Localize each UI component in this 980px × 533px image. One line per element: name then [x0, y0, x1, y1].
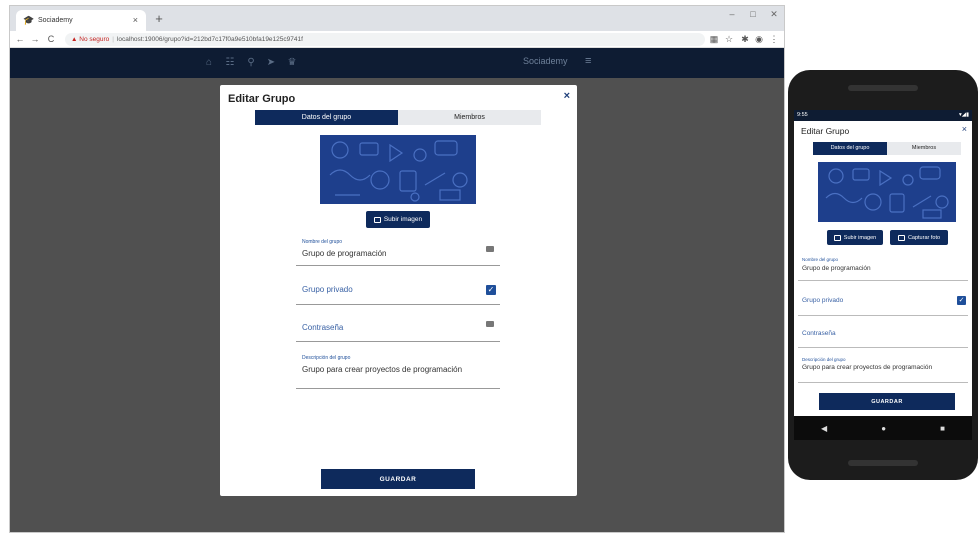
private-group-checkbox[interactable]: ✓ — [486, 285, 496, 295]
security-status: No seguro — [79, 36, 110, 43]
browser-window: 🎓 Sociademy × + – □ ✕ ← → C ▲ No seguro |… — [9, 5, 785, 533]
send-icon[interactable]: ➤ — [265, 57, 277, 69]
page-viewport: ⌂ ☷ ⚲ ➤ ♛ Sociademy ≡ Editar Grupo × Dat… — [10, 48, 784, 532]
private-group-field: Grupo privado ✓ — [798, 286, 968, 316]
close-icon[interactable]: × — [564, 90, 570, 102]
password-placeholder: Contraseña — [802, 330, 836, 337]
password-field[interactable]: Contraseña — [798, 320, 968, 348]
translate-icon[interactable]: ▦ — [708, 33, 720, 45]
android-nav-bar: ◀ ● ■ — [794, 416, 972, 440]
brand-name[interactable]: Sociademy — [523, 56, 568, 66]
app-navbar: ⌂ ☷ ⚲ ➤ ♛ Sociademy ≡ — [10, 48, 784, 78]
menu-dots-icon[interactable]: ⋮ — [768, 33, 780, 45]
phone-frame: 9:55 ▾◢▮ Editar Grupo × Datos del grupo … — [788, 70, 978, 480]
tab-datos-del-grupo[interactable]: Datos del grupo — [255, 110, 398, 125]
camera-icon — [897, 234, 905, 241]
modal-tabs: Datos del grupo Miembros — [255, 110, 541, 125]
browser-tab-title: Sociademy — [38, 17, 73, 24]
trophy-icon[interactable]: ♛ — [286, 57, 298, 69]
image-icon — [833, 234, 841, 241]
tab-miembros[interactable]: Miembros — [398, 110, 541, 125]
password-placeholder: Contraseña — [302, 323, 344, 332]
phone-screen: 9:55 ▾◢▮ Editar Grupo × Datos del grupo … — [794, 110, 972, 440]
home-circle-icon[interactable]: ● — [881, 424, 886, 433]
groups-icon[interactable]: ☷ — [224, 57, 236, 69]
description-value: Grupo para crear proyectos de programaci… — [802, 364, 933, 371]
private-group-label: Grupo privado — [802, 297, 844, 304]
save-button[interactable]: GUARDAR — [321, 469, 475, 489]
capture-photo-button[interactable]: Capturar foto — [890, 230, 948, 245]
group-name-label: Nombre del grupo — [802, 257, 839, 262]
maximize-icon[interactable]: □ — [743, 9, 763, 19]
group-image — [320, 135, 476, 204]
group-name-label: Nombre del grupo — [302, 239, 343, 245]
hamburger-menu-icon[interactable]: ≡ — [585, 55, 591, 67]
warning-icon: ▲ — [71, 36, 78, 43]
group-name-value: Grupo de programación — [802, 265, 871, 272]
user-icon[interactable]: ⚲ — [245, 57, 257, 69]
recents-square-icon[interactable]: ■ — [940, 424, 945, 433]
tab-close-icon[interactable]: × — [133, 10, 138, 31]
password-field[interactable]: Contraseña — [296, 315, 500, 342]
private-group-checkbox[interactable]: ✓ — [957, 296, 966, 305]
home-icon[interactable]: ⌂ — [203, 57, 215, 69]
image-icon — [373, 216, 381, 223]
group-name-value: Grupo de programación — [302, 249, 387, 258]
tab-miembros[interactable]: Miembros — [887, 142, 961, 155]
reload-icon[interactable]: C — [45, 33, 57, 45]
keyboard-icon — [486, 321, 494, 327]
group-name-field[interactable]: Nombre del grupo Grupo de programación — [798, 253, 968, 281]
status-icons: ▾◢▮ — [958, 112, 969, 118]
modal-title: Editar Grupo — [228, 93, 296, 105]
address-bar: ← → C ▲ No seguro | localhost:19006/grupo?… — [10, 31, 784, 48]
upload-image-label: Subir imagen — [843, 234, 877, 241]
profile-icon[interactable]: ◉ — [753, 33, 765, 45]
capture-photo-label: Capturar foto — [907, 234, 941, 241]
url-text: localhost:19006/grupo?id=212bd7c17f0a9e5… — [116, 36, 303, 43]
window-close-icon[interactable]: ✕ — [764, 9, 784, 20]
description-field[interactable]: Descripción del grupo Grupo para crear p… — [798, 353, 968, 383]
upload-image-button[interactable]: Subir imagen — [366, 211, 430, 228]
status-bar: 9:55 ▾◢▮ — [794, 110, 972, 121]
private-group-field: Grupo privado ✓ — [296, 278, 500, 305]
close-icon[interactable]: × — [962, 124, 967, 134]
description-label: Descripción del grupo — [302, 355, 351, 361]
tab-datos-del-grupo[interactable]: Datos del grupo — [813, 142, 887, 155]
new-tab-button[interactable]: + — [150, 10, 168, 28]
bookmark-star-icon[interactable]: ☆ — [723, 33, 735, 45]
tab-strip: 🎓 Sociademy × + – □ ✕ — [10, 6, 784, 31]
keyboard-icon — [486, 246, 494, 252]
modal-title: Editar Grupo — [801, 126, 850, 136]
description-label: Descripción del grupo — [802, 357, 846, 362]
edit-group-modal: Editar Grupo × Datos del grupo Miembros — [220, 85, 577, 496]
minimize-icon[interactable]: – — [722, 9, 742, 19]
doodle-pattern — [818, 162, 956, 222]
extensions-icon[interactable]: ✱ — [739, 33, 751, 45]
url-input[interactable]: ▲ No seguro | localhost:19006/grupo?id=212… — [65, 33, 705, 46]
upload-image-button[interactable]: Subir imagen — [827, 230, 883, 245]
back-icon[interactable]: ← — [14, 33, 26, 45]
forward-icon[interactable]: → — [29, 33, 41, 45]
private-group-label: Grupo privado — [302, 285, 353, 294]
upload-image-label: Subir imagen — [383, 216, 423, 223]
graduation-cap-icon: 🎓 — [23, 15, 35, 25]
browser-tab[interactable]: 🎓 Sociademy × — [16, 10, 146, 31]
description-value: Grupo para crear proyectos de programaci… — [302, 365, 463, 374]
modal-tabs: Datos del grupo Miembros — [813, 142, 961, 155]
description-field[interactable]: Descripción del grupo Grupo para crear p… — [296, 351, 500, 389]
status-time: 9:55 — [797, 112, 808, 118]
save-button[interactable]: GUARDAR — [819, 393, 955, 410]
doodle-pattern — [320, 135, 476, 204]
group-name-field[interactable]: Nombre del grupo Grupo de programación — [296, 236, 500, 266]
group-image — [818, 162, 956, 222]
phone-bottom-bar — [848, 460, 918, 466]
back-triangle-icon[interactable]: ◀ — [821, 424, 827, 433]
phone-speaker — [848, 85, 918, 91]
